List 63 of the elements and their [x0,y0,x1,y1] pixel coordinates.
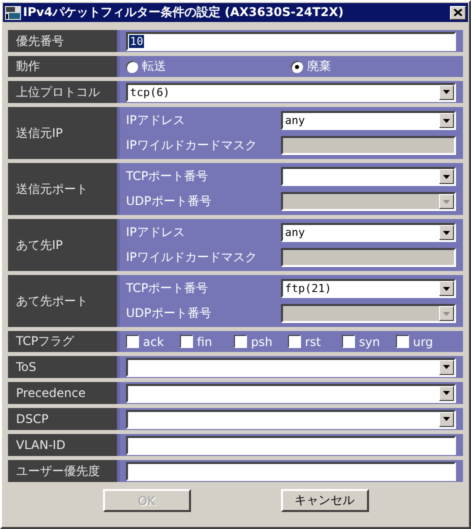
field-label: IPワイルドカードマスク [126,249,258,266]
input-field[interactable] [126,436,456,454]
app-icon [5,6,21,20]
caret-icon [443,286,450,290]
caret-icon [443,200,450,204]
row-label: 動作 [16,58,40,75]
row-label: 送信元IP [16,124,63,142]
row-label: あて先IP [16,236,63,254]
checkbox-label: rst [305,334,321,348]
checkbox[interactable] [342,335,355,348]
dropdown-field[interactable] [281,167,456,186]
caret-icon [443,365,450,369]
checkbox[interactable] [288,335,301,348]
dropdown-field[interactable]: tcp(6) [126,82,456,102]
radio-button[interactable] [291,60,303,72]
radio-label: 廃棄 [307,58,331,75]
row-label: TCPフラグ [16,333,74,350]
dropdown-field[interactable]: any [281,223,456,242]
field-label: TCPポート番号 [126,168,210,185]
row-label: 優先番号 [16,32,64,50]
row-label: VLAN-ID [16,438,66,452]
field-label: IPワイルドカードマスク [126,137,258,154]
caret-icon [443,417,450,421]
checkbox[interactable] [234,335,247,348]
input-field[interactable] [126,462,456,480]
caret-icon [443,230,450,234]
row-label: あて先ポート [16,292,88,310]
row-label: 送信元ポート [16,180,88,198]
field-label: IPアドレス [126,224,186,241]
radio-label: 転送 [142,58,166,75]
row-label: ToS [16,360,36,374]
dropdown-field[interactable] [126,384,456,402]
row-label: ユーザー優先度 [16,462,100,480]
checkbox-label: syn [359,334,380,348]
input-field[interactable]: 10 [126,32,456,50]
caret-icon [443,174,450,178]
caret-icon [443,90,450,94]
dropdown-field[interactable]: any [281,111,456,130]
checkbox[interactable] [396,335,409,348]
dropdown-field[interactable]: ftp(21) [281,279,456,298]
close-icon [454,9,462,16]
field-label: IPアドレス [126,112,186,129]
dropdown-field[interactable] [126,358,456,376]
field-label: TCPポート番号 [126,280,210,297]
dropdown-field[interactable] [126,410,456,428]
caret-icon [443,312,450,316]
checkbox-label: fin [197,334,212,348]
checkbox-label: psh [251,334,272,348]
row-label: 上位プロトコル [16,84,100,100]
checkbox[interactable] [180,335,193,348]
field-label: UDPポート番号 [126,305,212,322]
window-title: IPv4パケットフィルター条件の設定 (AX3630S-24T2X) [23,4,345,21]
close-button[interactable] [450,6,466,20]
field-label: UDPポート番号 [126,193,212,210]
caret-icon [443,118,450,122]
cancel-button[interactable]: キャンセル [280,489,368,512]
caret-icon [443,391,450,395]
checkbox-label: ack [143,334,164,348]
radio-button[interactable] [126,60,138,72]
checkbox[interactable] [126,335,139,348]
checkbox-label: urg [413,334,433,348]
row-label: DSCP [16,412,48,426]
row-label: Precedence [16,386,86,400]
